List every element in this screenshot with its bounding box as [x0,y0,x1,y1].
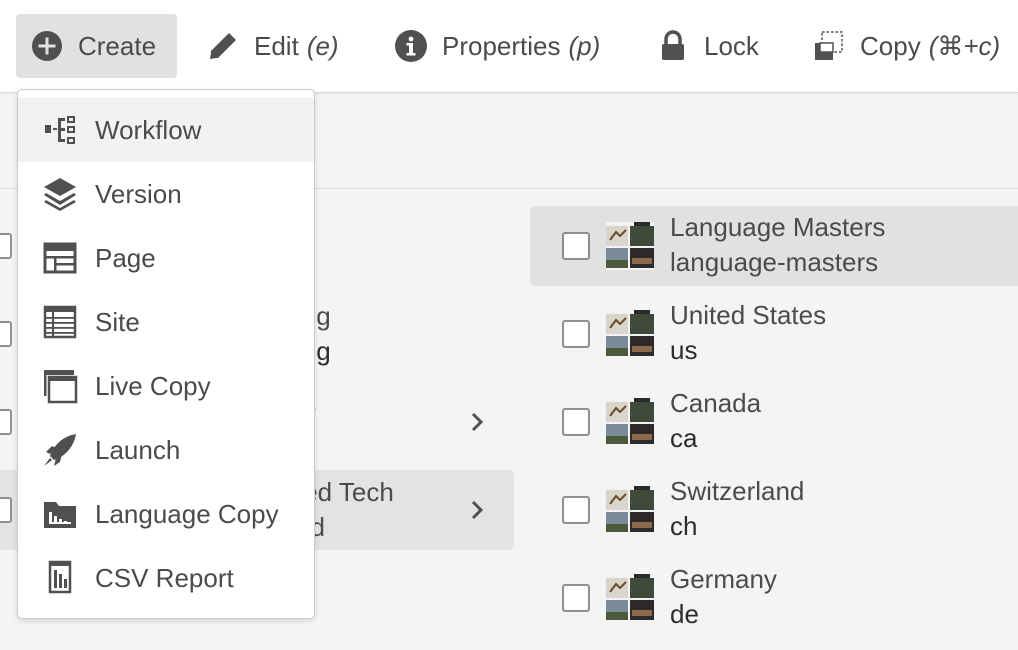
row-checkbox[interactable] [0,321,12,347]
row-name: language-masters [670,247,879,277]
column2-row[interactable]: Switzerland ch [530,470,1018,550]
live-copy-icon [42,368,78,404]
menu-item-workflow[interactable]: Workflow [18,98,314,162]
copy-icon [812,29,846,63]
menu-item-version[interactable]: Version [18,162,314,226]
properties-label: Properties [442,30,561,61]
launch-icon [42,432,78,468]
column2-row[interactable]: Canada ca [530,382,1018,462]
menu-item-launch[interactable]: Launch [18,418,314,482]
create-button[interactable]: Create [16,14,177,78]
row-name: ca [670,423,698,453]
site-icon [42,304,78,340]
row-title: Switzerland [670,476,805,506]
edit-shortcut: (e) [306,30,339,61]
copy-button[interactable]: Copy (⌘+c) [812,14,1000,78]
row-name: us [670,335,698,365]
properties-shortcut: (p) [568,30,601,61]
workflow-icon [42,112,78,148]
menu-item-label: CSV Report [95,562,234,593]
row-checkbox[interactable] [0,233,12,259]
add-circle-icon [30,29,64,63]
lock-icon [656,29,690,63]
menu-item-label: Workflow [95,114,202,145]
copy-shortcut: (⌘+c) [928,30,1001,61]
edit-label: Edit [254,30,299,61]
row-title: Language Masters [670,212,886,242]
row-title: United States [670,300,827,330]
menu-item-label: Launch [95,434,181,465]
edit-button[interactable]: Edit (e) [206,14,339,78]
menu-item-page[interactable]: Page [18,226,314,290]
language-copy-icon [42,496,78,532]
action-toolbar: Create Edit (e) Properties (p) Lock Copy… [0,0,1018,93]
column2-row[interactable]: United States us [530,294,1018,374]
lock-label: Lock [704,30,759,61]
create-menu: Workflow Version Page Site Live Copy Lau… [17,89,315,619]
page-thumbnail [606,222,654,270]
menu-item-language-copy[interactable]: Language Copy [18,482,314,546]
row-name: de [670,599,699,629]
page-thumbnail [606,486,654,534]
csv-report-icon [42,560,78,596]
menu-item-live-copy[interactable]: Live Copy [18,354,314,418]
info-icon [394,29,428,63]
pencil-icon [206,29,240,63]
menu-item-csv-report[interactable]: CSV Report [18,546,314,610]
properties-button[interactable]: Properties (p) [394,14,600,78]
row-checkbox[interactable] [562,408,590,436]
menu-item-site[interactable]: Site [18,290,314,354]
row-checkbox[interactable] [562,232,590,260]
lock-button[interactable]: Lock [656,14,759,78]
page-thumbnail [606,398,654,446]
menu-item-label: Version [95,178,182,209]
column2-row-selected[interactable]: Language Masters language-masters [530,206,1018,286]
row-title: Canada [670,388,762,418]
menu-item-label: Page [95,242,156,273]
chevron-right-icon[interactable] [466,411,488,433]
chevron-right-icon[interactable] [466,499,488,521]
layers-icon [42,176,78,212]
page-thumbnail [606,574,654,622]
row-name: ch [670,511,698,541]
row-checkbox[interactable] [0,497,12,523]
menu-item-label: Language Copy [95,498,279,529]
row-checkbox[interactable] [562,584,590,612]
row-checkbox[interactable] [562,320,590,348]
row-checkbox[interactable] [0,409,12,435]
page-icon [42,240,78,276]
create-label: Create [78,30,157,61]
row-title: Germany [670,564,777,594]
copy-label: Copy [860,30,921,61]
column2-row[interactable]: Germany de [530,558,1018,638]
page-thumbnail [606,310,654,358]
row-checkbox[interactable] [562,496,590,524]
menu-item-label: Live Copy [95,370,211,401]
menu-item-label: Site [95,306,140,337]
